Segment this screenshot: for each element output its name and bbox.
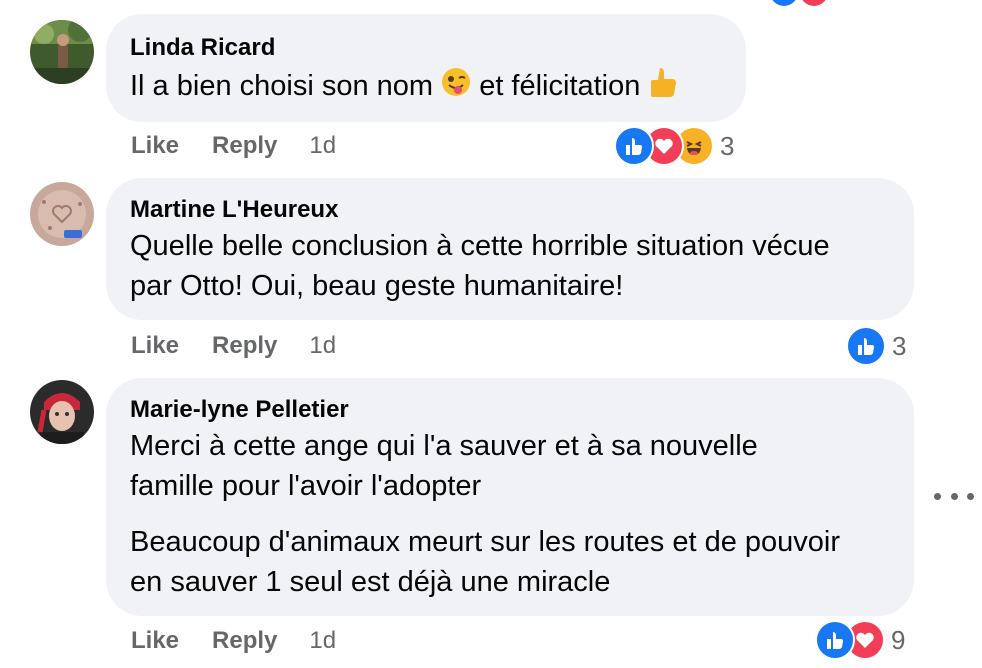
reply-button[interactable]: Reply (212, 627, 277, 655)
more-options-icon[interactable] (934, 484, 974, 508)
comment-text-line: Beaucoup d'animaux meurt sur les routes … (130, 526, 840, 558)
like-reaction-icon (846, 326, 886, 366)
reply-button[interactable]: Reply (212, 132, 277, 160)
reaction-summary[interactable]: 9 (815, 620, 905, 660)
comment-actions: Like Reply 1d (131, 624, 336, 658)
comment-text-line: en sauver 1 seul est déjà une miracle (130, 566, 611, 598)
avatar-martine-lheureux[interactable] (30, 182, 94, 246)
comment-author[interactable]: Marie-lyne Pelletier (130, 396, 349, 424)
comment-timestamp[interactable]: 1d (309, 627, 336, 655)
comment-text-line: par Otto! Oui, beau geste humanitaire! (130, 270, 624, 302)
reply-button[interactable]: Reply (212, 332, 277, 360)
like-button[interactable]: Like (131, 132, 179, 160)
like-reaction-icon (614, 126, 654, 166)
comment-text-part: et félicitation (479, 70, 641, 103)
comment-bubble: Linda Ricard Il a bien choisi son nom et… (106, 14, 746, 122)
like-button[interactable]: Like (131, 627, 179, 655)
thumbs-up-icon (648, 66, 678, 109)
partial-like-reaction-icon (770, 0, 798, 6)
comment-text-line: Quelle belle conclusion à cette horrible… (130, 230, 830, 262)
reaction-count: 3 (892, 330, 907, 361)
avatar-linda-ricard[interactable] (30, 20, 94, 84)
comment-text-line: Merci à cette ange qui l'a sauver et à s… (130, 430, 758, 462)
avatar-marie-lyne-pelletier[interactable] (30, 380, 94, 444)
comment-text-line: famille pour l'avoir l'adopter (130, 470, 482, 502)
comment-actions: Like Reply 1d (131, 329, 336, 363)
comment-timestamp[interactable]: 1d (309, 132, 336, 160)
like-button[interactable]: Like (131, 332, 179, 360)
like-reaction-icon (815, 620, 855, 660)
comment-actions: Like Reply 1d (131, 129, 336, 163)
comment-text-part: Il a bien choisi son nom (130, 70, 434, 103)
comment-timestamp[interactable]: 1d (309, 332, 336, 360)
reaction-count: 9 (891, 624, 906, 655)
winking-face-with-tongue-icon (441, 67, 471, 108)
comment-author[interactable]: Martine L'Heureux (130, 196, 338, 224)
comment-bubble: Marie-lyne Pelletier Merci à cette ange … (106, 378, 914, 616)
reaction-count: 3 (720, 130, 735, 161)
reaction-summary[interactable]: 3 (846, 326, 906, 366)
comments-section: Linda Ricard Il a bien choisi son nom et… (0, 0, 982, 668)
reaction-summary[interactable]: 3 (614, 126, 734, 166)
comment-author[interactable]: Linda Ricard (130, 34, 275, 62)
comment-text: Il a bien choisi son nom et félicitation (130, 66, 678, 109)
partial-love-reaction-icon (800, 0, 828, 6)
comment-bubble: Martine L'Heureux Quelle belle conclusio… (106, 178, 914, 320)
